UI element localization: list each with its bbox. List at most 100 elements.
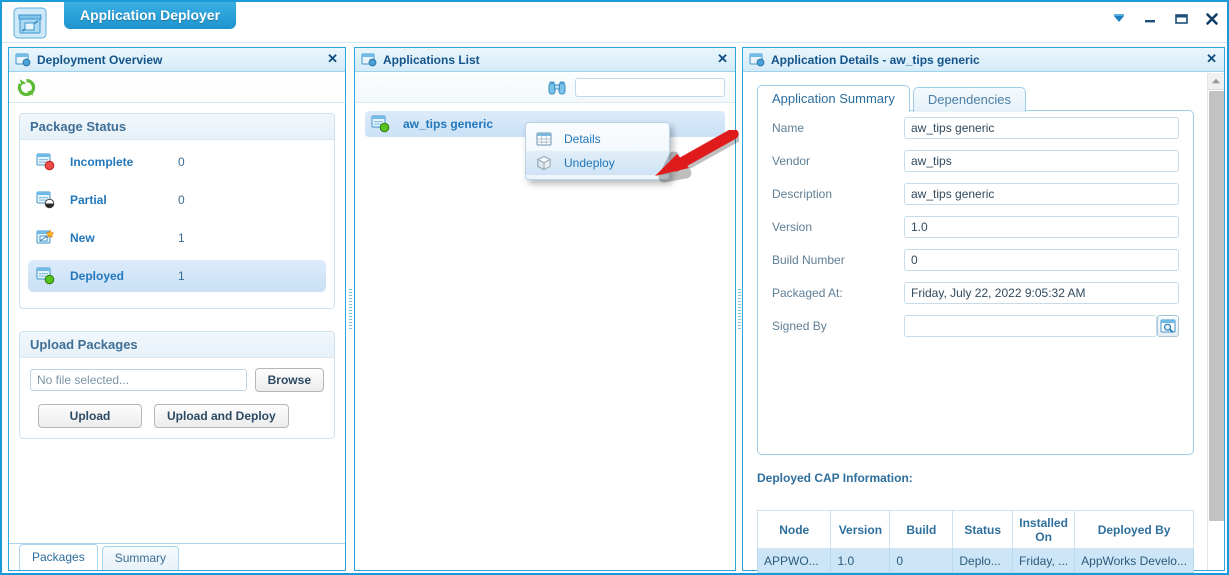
applications-search-row: [355, 73, 735, 103]
package-status-section: Package Status Incomplete 0 Partial 0 Ne…: [19, 113, 335, 309]
application-details-header: Application Details - aw_tips generic ✕: [743, 48, 1224, 72]
splitter-grip: [738, 289, 741, 329]
close-icon[interactable]: ✕: [717, 52, 728, 66]
close-icon[interactable]: ✕: [327, 52, 338, 66]
cell-version: 1.0: [830, 548, 891, 573]
upload-button[interactable]: Upload: [38, 404, 142, 428]
cap-info-table: Node Version Build Status Installed On D…: [756, 510, 1194, 573]
package-new-icon: [36, 229, 56, 247]
deployment-overview-body: Package Status Incomplete 0 Partial 0 Ne…: [9, 73, 345, 570]
application-deployer-window: Application Deployer Deployment Overview…: [0, 0, 1229, 575]
grid-table-icon: [536, 132, 552, 146]
status-row-deployed[interactable]: Deployed 1: [28, 260, 326, 292]
application-details-title: Application Details - aw_tips generic: [771, 52, 980, 67]
column-header-node[interactable]: Node: [756, 510, 832, 549]
field-row-name: Name: [758, 111, 1193, 144]
status-label-partial: Partial: [70, 193, 107, 207]
field-row-version: Version: [758, 210, 1193, 243]
context-menu-item-details[interactable]: Details: [526, 127, 669, 151]
tab-application-summary[interactable]: Application Summary: [757, 85, 910, 112]
cell-deployed-by: AppWorks Develo...: [1074, 548, 1194, 573]
upload-button-row: Upload Upload and Deploy: [30, 404, 324, 428]
status-label-deployed: Deployed: [70, 269, 125, 283]
field-row-packaged-at: Packaged At:: [758, 276, 1193, 309]
field-input-build-number[interactable]: [904, 248, 1179, 271]
status-row-incomplete[interactable]: Incomplete 0: [28, 146, 326, 178]
package-status-list: Incomplete 0 Partial 0 New 1 Deployed 1: [20, 140, 334, 308]
package-deployed-icon: [36, 267, 56, 285]
cell-installed-on: Friday, ...: [1012, 548, 1076, 573]
window-controls: [1110, 10, 1221, 28]
field-label-description: Description: [772, 186, 833, 201]
details-scrollbar[interactable]: [1207, 73, 1224, 570]
search-window-icon[interactable]: [1157, 314, 1179, 337]
field-input-version[interactable]: [904, 215, 1179, 238]
cube-icon: [536, 155, 552, 171]
dropdown-pin-button[interactable]: [1110, 10, 1128, 28]
column-header-deployed-by[interactable]: Deployed By: [1074, 510, 1194, 549]
close-icon[interactable]: ✕: [1206, 52, 1217, 66]
column-header-build[interactable]: Build: [889, 510, 954, 549]
column-header-status[interactable]: Status: [952, 510, 1014, 549]
minimize-button[interactable]: [1141, 10, 1159, 28]
panel-window-icon: [361, 53, 377, 67]
application-summary-form: Name Vendor Description Version Build Nu…: [757, 110, 1194, 455]
tab-packages[interactable]: Packages: [19, 544, 98, 570]
panel-window-icon: [15, 53, 31, 67]
field-row-build-number: Build Number: [758, 243, 1193, 276]
column-header-version[interactable]: Version: [830, 510, 891, 549]
application-details-body: Application Summary Dependencies Name Ve…: [743, 73, 1224, 573]
file-path-input[interactable]: [30, 369, 247, 391]
status-count-deployed: 1: [178, 269, 185, 283]
splitter-grip: [349, 289, 352, 329]
scroll-up-arrow-icon[interactable]: [1208, 73, 1224, 90]
scrollbar-thumb[interactable]: [1209, 91, 1224, 521]
field-input-description[interactable]: [904, 182, 1179, 205]
cell-build: 0: [889, 548, 954, 573]
package-box-icon: [10, 5, 50, 41]
field-label-name: Name: [772, 120, 805, 135]
deployment-overview-header: Deployment Overview ✕: [9, 48, 345, 72]
context-menu-item-undeploy[interactable]: Undeploy: [526, 151, 669, 175]
status-count-new: 1: [178, 231, 185, 245]
applications-list-items: aw_tips generic Details Undeploy: [355, 103, 735, 180]
refresh-icon[interactable]: [17, 78, 36, 97]
applications-list-body: aw_tips generic Details Undeploy: [355, 73, 735, 570]
status-row-partial[interactable]: Partial 0: [28, 184, 326, 216]
tab-dependencies[interactable]: Dependencies: [912, 87, 1026, 112]
maximize-button[interactable]: [1172, 10, 1190, 28]
table-header-row: Node Version Build Status Installed On D…: [756, 510, 1194, 549]
close-button[interactable]: [1203, 10, 1221, 28]
splitter-left[interactable]: [348, 47, 352, 571]
page-title: Application Deployer: [64, 2, 237, 29]
field-row-signed-by: Signed By: [758, 309, 1193, 342]
deployment-overview-title: Deployment Overview: [37, 52, 163, 67]
field-row-description: Description: [758, 177, 1193, 210]
upload-packages-section: Upload Packages Browse Upload Upload and…: [19, 331, 335, 439]
applications-list-panel: Applications List ✕ aw_tips generic Deta…: [354, 47, 736, 571]
browse-button[interactable]: Browse: [254, 368, 324, 392]
deployment-overview-panel: Deployment Overview ✕ Package Status Inc…: [8, 47, 346, 571]
field-input-signed-by[interactable]: [904, 314, 1157, 337]
context-menu-label-details: Details: [564, 132, 601, 146]
overview-bottom-tabs: Packages Summary: [9, 543, 345, 570]
binoculars-icon[interactable]: [547, 80, 567, 96]
tab-summary[interactable]: Summary: [101, 546, 180, 570]
cell-node: APPWO...: [756, 548, 832, 573]
cell-status: Deplo...: [952, 548, 1014, 573]
field-label-signed-by: Signed By: [772, 318, 827, 333]
status-row-new[interactable]: New 1: [28, 222, 326, 254]
column-header-installed-on[interactable]: Installed On: [1012, 510, 1076, 549]
field-label-packaged-at: Packaged At:: [772, 285, 843, 300]
field-input-vendor[interactable]: [904, 149, 1179, 172]
splitter-right[interactable]: [737, 47, 741, 571]
cap-info-heading: Deployed CAP Information:: [757, 471, 913, 485]
search-input[interactable]: [575, 78, 725, 97]
table-row[interactable]: APPWO... 1.0 0 Deplo... Friday, ... AppW…: [756, 548, 1194, 573]
window-titlebar: Application Deployer: [2, 2, 1227, 43]
panel-window-icon: [749, 53, 765, 67]
field-input-name[interactable]: [904, 116, 1179, 139]
field-input-packaged-at[interactable]: [904, 281, 1179, 304]
upload-and-deploy-button[interactable]: Upload and Deploy: [154, 404, 289, 428]
field-label-version: Version: [772, 219, 813, 234]
